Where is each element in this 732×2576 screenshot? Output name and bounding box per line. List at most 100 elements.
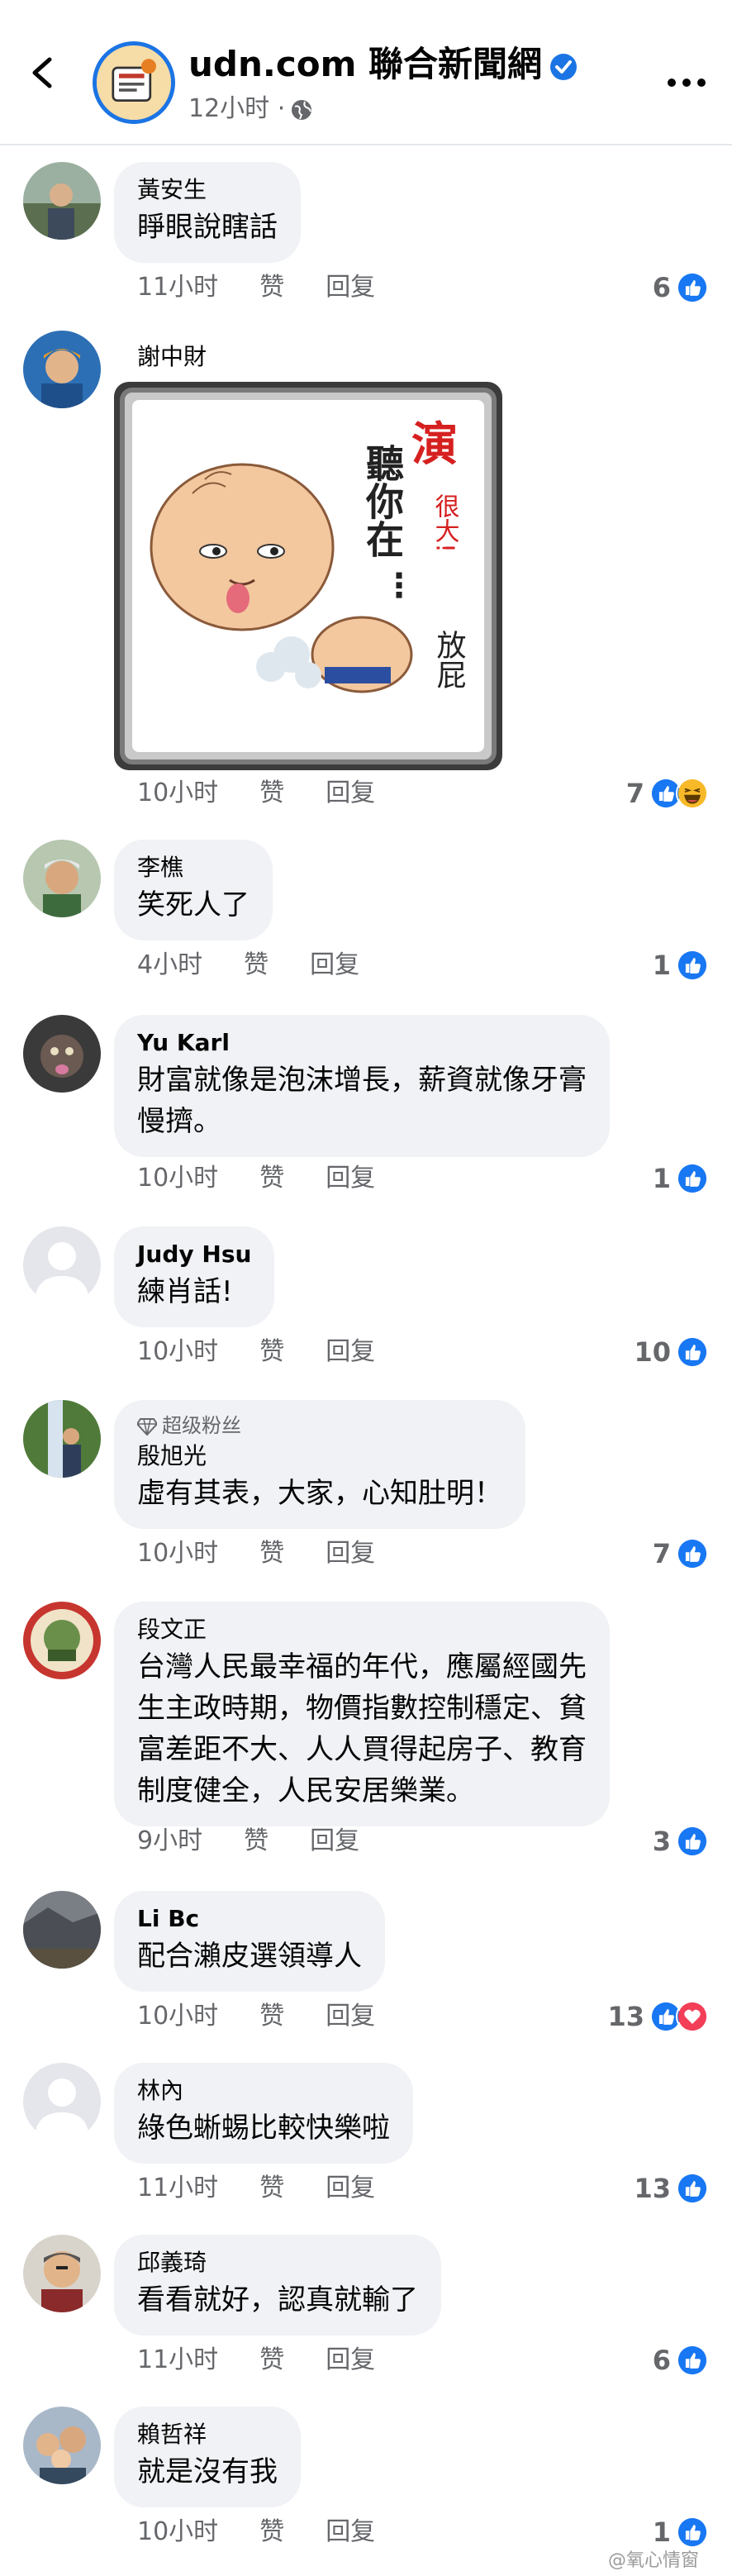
like-reaction-icon (676, 1537, 709, 1570)
comment-bubble[interactable]: 賴哲祥 就是沒有我 (114, 2407, 301, 2507)
commenter-avatar[interactable] (23, 1015, 101, 1093)
like-button[interactable]: 赞 (259, 2344, 284, 2377)
page-avatar[interactable] (93, 41, 175, 124)
reply-button[interactable]: 回复 (326, 2516, 375, 2549)
reply-button[interactable]: 回复 (326, 1162, 375, 1195)
commenter-name[interactable]: 謝中財 (137, 340, 207, 374)
comment-text: 配合瀨皮選領導人 (137, 1940, 362, 1973)
comment-bubble[interactable]: 段文正 台灣人民最幸福的年代，應屬經國先 生主政時期，物價指數控制穩定、貧 富差… (114, 1602, 610, 1826)
more-options-icon[interactable] (666, 76, 707, 89)
reaction-count[interactable]: 7 (626, 775, 709, 812)
back-arrow-icon[interactable] (25, 55, 61, 91)
commenter-name[interactable]: 殷旭光 (137, 1440, 502, 1473)
commenter-name[interactable]: 賴哲祥 (137, 2418, 278, 2451)
commenter-name[interactable]: 邱義琦 (137, 2246, 418, 2279)
reaction-count[interactable]: 7 (653, 1536, 709, 1572)
reply-button[interactable]: 回复 (326, 1537, 375, 1570)
commenter-avatar[interactable] (23, 2235, 101, 2312)
page-title[interactable]: udn.com 聯合新聞網 (188, 40, 578, 89)
comment-meta: 11小时 赞 回复 (137, 271, 375, 304)
like-button[interactable]: 赞 (259, 2516, 284, 2549)
comment-text: 制度健全，人民安居樂業。 (137, 1774, 474, 1807)
like-button[interactable]: 赞 (244, 949, 269, 982)
reply-button[interactable]: 回复 (326, 271, 375, 304)
like-button[interactable]: 赞 (259, 271, 284, 304)
sticker-image[interactable]: 演 很大! 聽你在 ⋮ 放屁 (114, 382, 502, 770)
comment-bubble[interactable]: 邱義琦 看看就好，認真就輸了 (114, 2235, 441, 2336)
reaction-count[interactable]: 3 (653, 1823, 709, 1859)
like-button[interactable]: 赞 (259, 2000, 284, 2033)
comment-meta: 11小时 赞 回复 (137, 2344, 375, 2377)
comment-text: 看看就好，認真就輸了 (137, 2283, 418, 2316)
love-reaction-icon (676, 2000, 709, 2033)
comment-text: 富差距不大、人人買得起房子、教育 (137, 1733, 587, 1766)
commenter-avatar[interactable] (23, 1400, 101, 1478)
comment-time: 9小时 (137, 1826, 203, 1855)
like-button[interactable]: 赞 (259, 1537, 284, 1570)
reaction-count[interactable]: 1 (653, 1160, 709, 1197)
comment-time: 11小时 (137, 2174, 219, 2202)
reaction-count[interactable]: 13 (634, 2170, 709, 2207)
commenter-avatar[interactable] (23, 162, 101, 240)
like-reaction-icon (676, 1336, 709, 1369)
reaction-count[interactable]: 6 (653, 2342, 709, 2378)
reply-button[interactable]: 回复 (310, 949, 359, 982)
haha-reaction-icon (676, 777, 709, 810)
like-button[interactable]: 赞 (259, 777, 284, 810)
comment-bubble[interactable]: Li Bc 配合瀨皮選領導人 (114, 1891, 385, 1992)
reply-button[interactable]: 回复 (326, 1336, 375, 1369)
commenter-avatar[interactable] (23, 1891, 101, 1969)
comment-text: 練肖話! (137, 1275, 233, 1308)
reply-button[interactable]: 回复 (310, 1825, 359, 1858)
comment-time: 4小时 (137, 950, 203, 979)
comment-meta: 10小时 赞 回复 (137, 2000, 375, 2033)
reply-button[interactable]: 回复 (326, 2000, 375, 2033)
comment-bubble[interactable]: 黃安生 睜眼說瞎話 (114, 162, 301, 263)
comment-bubble[interactable]: Judy Hsu 練肖話! (114, 1226, 275, 1327)
commenter-name[interactable]: 李樵 (137, 851, 250, 884)
like-button[interactable]: 赞 (244, 1825, 269, 1858)
comment-bubble[interactable]: 超级粉丝 殷旭光 虛有其表，大家，心知肚明！ (114, 1400, 525, 1529)
verified-badge-icon (549, 53, 577, 80)
commenter-name[interactable]: 段文正 (137, 1613, 587, 1646)
comment-bubble[interactable]: Yu Karl 財富就像是泡沫增長，薪資就像牙膏 慢擠。 (114, 1015, 610, 1157)
comment-text: 台灣人民最幸福的年代，應屬經國先 (137, 1650, 587, 1683)
comment-bubble[interactable]: 林內 綠色蜥蜴比較快樂啦 (114, 2063, 413, 2164)
reply-button[interactable]: 回复 (326, 2172, 375, 2205)
comment-text: 綠色蜥蜴比較快樂啦 (137, 2112, 390, 2145)
watermark: @氧心情窗 (607, 2550, 699, 2571)
comment-bubble[interactable]: 李樵 笑死人了 (114, 840, 273, 940)
commenter-name[interactable]: Li Bc (137, 1902, 362, 1936)
reaction-count[interactable]: 10 (634, 1334, 709, 1370)
commenter-name[interactable]: 林內 (137, 2074, 390, 2107)
default-avatar[interactable] (23, 2063, 101, 2140)
reply-button[interactable]: 回复 (326, 2344, 375, 2377)
reaction-count[interactable]: 1 (653, 947, 709, 983)
comment-meta: 10小时 赞 回复 (137, 1537, 375, 1570)
commenter-avatar[interactable] (23, 2407, 101, 2484)
comment-time: 11小时 (137, 2345, 219, 2374)
comment-time: 10小时 (137, 1539, 219, 1568)
like-button[interactable]: 赞 (259, 1162, 284, 1195)
default-avatar[interactable] (23, 1226, 101, 1304)
commenter-name[interactable]: Judy Hsu (137, 1238, 251, 1271)
like-button[interactable]: 赞 (259, 2172, 284, 2205)
comment-meta: 9小时 赞 回复 (137, 1825, 359, 1858)
reply-button[interactable]: 回复 (326, 777, 375, 810)
like-reaction-icon (676, 949, 709, 982)
commenter-avatar[interactable] (23, 840, 101, 917)
commenter-avatar[interactable] (23, 331, 101, 408)
comment-meta: 10小时 赞 回复 (137, 1336, 375, 1369)
comment-text: 笑死人了 (137, 888, 250, 921)
like-reaction-icon (676, 271, 709, 304)
commenter-name[interactable]: Yu Karl (137, 1026, 587, 1059)
diamond-icon (135, 1418, 159, 1436)
reaction-count[interactable]: 13 (607, 1998, 709, 2035)
comment-text: 生主政時期，物價指數控制穩定、貧 (137, 1692, 587, 1725)
comment-text: 慢擠。 (137, 1105, 221, 1138)
commenter-avatar[interactable] (23, 1602, 101, 1679)
commenter-name[interactable]: 黃安生 (137, 174, 278, 207)
post-timestamp: 12小时 · (188, 93, 313, 126)
like-button[interactable]: 赞 (259, 1336, 284, 1369)
reaction-count[interactable]: 6 (653, 269, 709, 306)
